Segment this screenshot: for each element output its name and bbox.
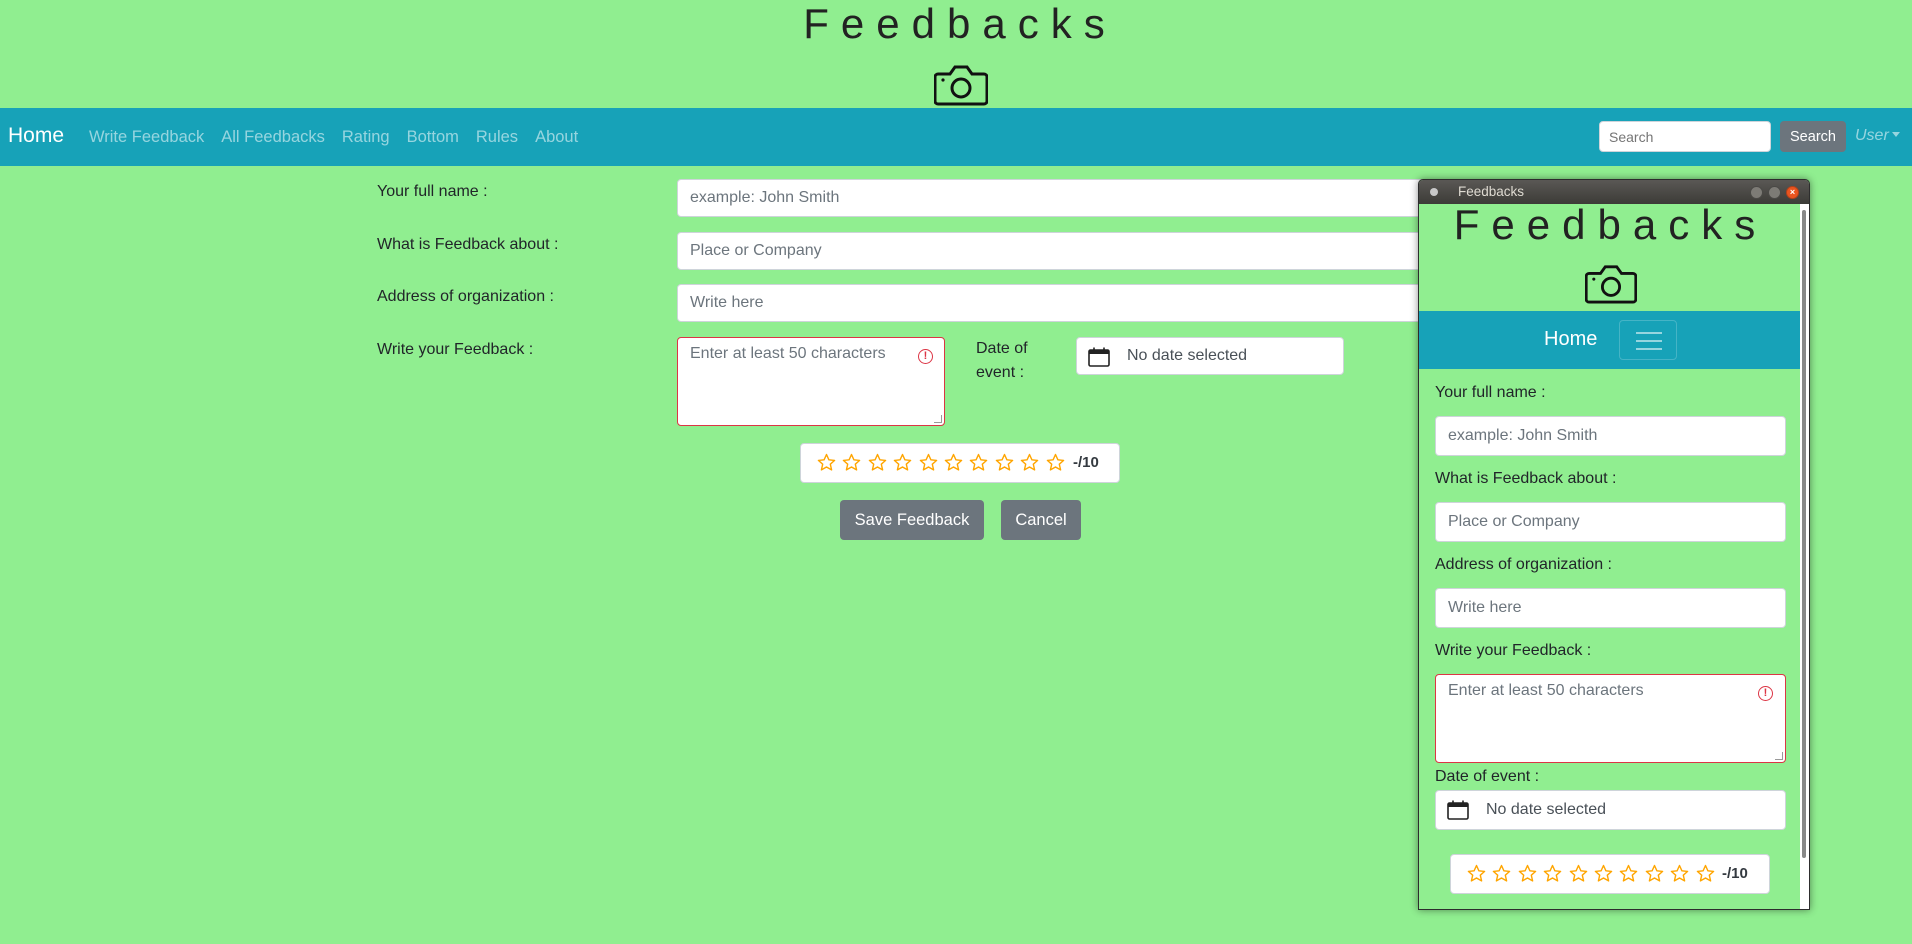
maximize-button[interactable] [1768, 186, 1781, 199]
cancel-button[interactable]: Cancel [1001, 500, 1081, 540]
star-icon[interactable] [1467, 864, 1486, 883]
star-icon[interactable] [868, 453, 887, 472]
nav-link-about[interactable]: About [535, 127, 578, 147]
mobile-about-label: What is Feedback about : [1435, 470, 1617, 487]
star-icon[interactable] [1619, 864, 1638, 883]
rating-value: -/10 [1073, 454, 1099, 471]
mobile-about-field[interactable]: Place or Company [1435, 502, 1786, 542]
window-title: Feedbacks [1458, 184, 1525, 199]
star-icon[interactable] [995, 453, 1014, 472]
navbar: Home Write Feedback All Feedbacks Rating… [0, 108, 1912, 166]
star-icon[interactable] [842, 453, 861, 472]
star-icon[interactable] [1518, 864, 1537, 883]
save-feedback-button[interactable]: Save Feedback [840, 500, 984, 540]
mobile-feedback-textarea[interactable]: Enter at least 50 characters ! [1435, 674, 1786, 763]
date-picker[interactable]: No date selected [1076, 337, 1344, 375]
feedback-label: Write your Feedback : [377, 341, 534, 358]
app-icon [1430, 188, 1438, 196]
hamburger-icon [1636, 332, 1662, 334]
star-list [1467, 864, 1721, 883]
star-icon[interactable] [1020, 453, 1039, 472]
date-label: Date of event : [976, 337, 1046, 385]
window-scrollbar[interactable] [1800, 204, 1809, 909]
address-field[interactable]: Write here [677, 284, 1429, 322]
star-list [817, 453, 1071, 472]
about-label: What is Feedback about : [377, 236, 559, 253]
date-value: No date selected [1127, 347, 1248, 364]
star-icon[interactable] [1670, 864, 1689, 883]
full-name-label: Your full name : [377, 183, 488, 200]
hamburger-icon [1636, 340, 1662, 342]
about-field[interactable]: Place or Company [677, 232, 1429, 270]
search-input[interactable] [1599, 121, 1771, 152]
star-icon[interactable] [969, 453, 988, 472]
menu-toggle-button[interactable] [1619, 320, 1677, 360]
star-icon[interactable] [1569, 864, 1588, 883]
minimize-button[interactable] [1750, 186, 1763, 199]
close-button[interactable]: × [1786, 186, 1799, 199]
mobile-date-label: Date of event : [1435, 768, 1540, 785]
error-icon: ! [1758, 686, 1773, 701]
star-icon[interactable] [1696, 864, 1715, 883]
app-window: Feedbacks × Feedbacks Home Your full nam… [1418, 179, 1810, 910]
date-label-line1: Date of [976, 340, 1028, 357]
resize-handle[interactable] [934, 415, 942, 423]
star-icon[interactable] [1046, 453, 1065, 472]
scrollbar-thumb[interactable] [1802, 210, 1806, 858]
nav-link-all-feedbacks[interactable]: All Feedbacks [221, 127, 325, 147]
mobile-date-value: No date selected [1486, 801, 1607, 818]
mobile-rating-value: -/10 [1722, 865, 1748, 882]
address-label: Address of organization : [377, 288, 554, 305]
star-icon[interactable] [944, 453, 963, 472]
search-button[interactable]: Search [1780, 121, 1846, 152]
mobile-page-title: Feedbacks [1453, 204, 1768, 248]
star-icon[interactable] [1594, 864, 1613, 883]
star-icon[interactable] [919, 453, 938, 472]
nav-link-bottom[interactable]: Bottom [407, 127, 459, 147]
full-name-field[interactable]: example: John Smith [677, 179, 1429, 217]
nav-link-write-feedback[interactable]: Write Feedback [89, 127, 204, 147]
mobile-full-name-label: Your full name : [1435, 384, 1546, 401]
mobile-nav-brand-home[interactable]: Home [1544, 328, 1597, 351]
camera-icon [934, 65, 988, 106]
mobile-navbar: Home [1419, 311, 1802, 369]
mobile-date-picker[interactable]: No date selected [1435, 790, 1786, 830]
camera-icon [1585, 265, 1637, 304]
star-icon[interactable] [1492, 864, 1511, 883]
window-content: Feedbacks Home Your full name : example:… [1419, 204, 1802, 909]
star-icon[interactable] [1645, 864, 1664, 883]
nav-brand-home[interactable]: Home [8, 122, 64, 150]
nav-link-rating[interactable]: Rating [342, 127, 390, 147]
mobile-full-name-field[interactable]: example: John Smith [1435, 416, 1786, 456]
resize-handle[interactable] [1775, 752, 1783, 760]
error-icon: ! [918, 349, 933, 364]
feedback-placeholder: Enter at least 50 characters [690, 345, 886, 362]
star-icon[interactable] [1543, 864, 1562, 883]
calendar-icon [1088, 347, 1110, 367]
star-icon[interactable] [817, 453, 836, 472]
star-icon[interactable] [893, 453, 912, 472]
mobile-address-label: Address of organization : [1435, 556, 1612, 573]
mobile-feedback-label: Write your Feedback : [1435, 642, 1592, 659]
feedback-textarea[interactable]: Enter at least 50 characters ! [677, 337, 945, 426]
window-titlebar[interactable]: Feedbacks × [1419, 180, 1809, 204]
calendar-icon [1447, 800, 1469, 820]
page-title: Feedbacks [803, 0, 1117, 47]
caret-down-icon [1891, 132, 1900, 137]
mobile-address-field[interactable]: Write here [1435, 588, 1786, 628]
mobile-star-rating[interactable]: -/10 [1450, 854, 1770, 894]
mobile-feedback-placeholder: Enter at least 50 characters [1448, 682, 1644, 699]
hamburger-icon [1636, 348, 1662, 350]
nav-links: Write Feedback All Feedbacks Rating Bott… [82, 127, 595, 147]
date-label-line2: event : [976, 364, 1025, 381]
user-dropdown-label: User [1855, 127, 1889, 144]
user-dropdown[interactable]: User [1855, 127, 1900, 145]
nav-link-rules[interactable]: Rules [476, 127, 518, 147]
star-rating[interactable]: -/10 [800, 443, 1120, 483]
